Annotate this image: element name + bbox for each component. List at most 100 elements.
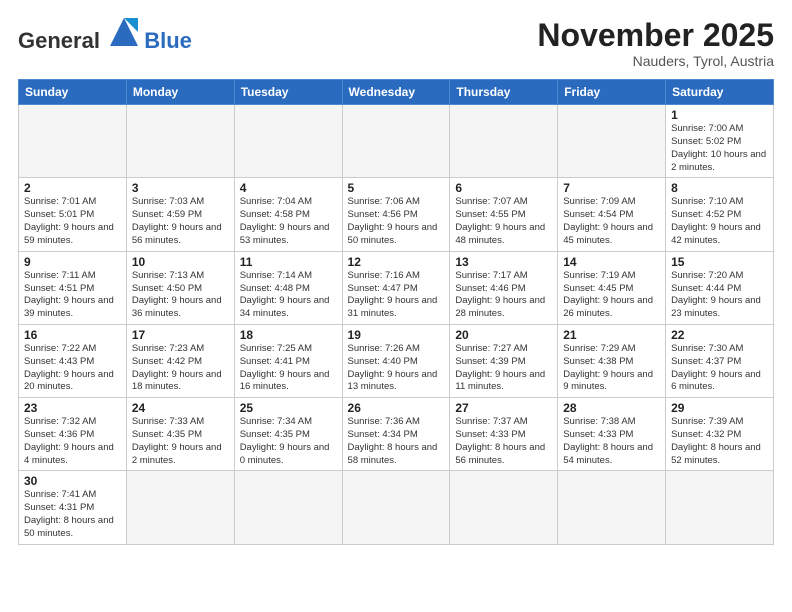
table-row: 27Sunrise: 7:37 AMSunset: 4:33 PMDayligh…	[450, 398, 558, 471]
day-info: Sunrise: 7:27 AMSunset: 4:39 PMDaylight:…	[455, 343, 552, 394]
location: Nauders, Tyrol, Austria	[537, 53, 774, 69]
day-info: Sunrise: 7:23 AMSunset: 4:42 PMDaylight:…	[132, 343, 229, 394]
day-number: 30	[24, 474, 121, 488]
table-row: 12Sunrise: 7:16 AMSunset: 4:47 PMDayligh…	[342, 251, 450, 324]
day-info: Sunrise: 7:41 AMSunset: 4:31 PMDaylight:…	[24, 489, 121, 540]
col-friday: Friday	[558, 80, 666, 105]
day-info: Sunrise: 7:30 AMSunset: 4:37 PMDaylight:…	[671, 343, 768, 394]
table-row	[342, 105, 450, 178]
day-info: Sunrise: 7:19 AMSunset: 4:45 PMDaylight:…	[563, 270, 660, 321]
day-number: 13	[455, 255, 552, 269]
table-row: 19Sunrise: 7:26 AMSunset: 4:40 PMDayligh…	[342, 324, 450, 397]
day-info: Sunrise: 7:22 AMSunset: 4:43 PMDaylight:…	[24, 343, 121, 394]
table-row: 21Sunrise: 7:29 AMSunset: 4:38 PMDayligh…	[558, 324, 666, 397]
table-row	[450, 105, 558, 178]
day-number: 27	[455, 401, 552, 415]
day-info: Sunrise: 7:20 AMSunset: 4:44 PMDaylight:…	[671, 270, 768, 321]
day-info: Sunrise: 7:33 AMSunset: 4:35 PMDaylight:…	[132, 416, 229, 467]
day-number: 28	[563, 401, 660, 415]
table-row: 3Sunrise: 7:03 AMSunset: 4:59 PMDaylight…	[126, 178, 234, 251]
table-row: 26Sunrise: 7:36 AMSunset: 4:34 PMDayligh…	[342, 398, 450, 471]
day-number: 10	[132, 255, 229, 269]
title-area: November 2025 Nauders, Tyrol, Austria	[537, 18, 774, 69]
table-row: 28Sunrise: 7:38 AMSunset: 4:33 PMDayligh…	[558, 398, 666, 471]
day-number: 4	[240, 181, 337, 195]
day-info: Sunrise: 7:13 AMSunset: 4:50 PMDaylight:…	[132, 270, 229, 321]
table-row	[234, 471, 342, 544]
day-number: 7	[563, 181, 660, 195]
table-row: 6Sunrise: 7:07 AMSunset: 4:55 PMDaylight…	[450, 178, 558, 251]
table-row	[558, 471, 666, 544]
table-row: 23Sunrise: 7:32 AMSunset: 4:36 PMDayligh…	[19, 398, 127, 471]
table-row: 2Sunrise: 7:01 AMSunset: 5:01 PMDaylight…	[19, 178, 127, 251]
day-number: 6	[455, 181, 552, 195]
day-info: Sunrise: 7:14 AMSunset: 4:48 PMDaylight:…	[240, 270, 337, 321]
day-number: 15	[671, 255, 768, 269]
day-info: Sunrise: 7:01 AMSunset: 5:01 PMDaylight:…	[24, 196, 121, 247]
day-number: 18	[240, 328, 337, 342]
day-number: 20	[455, 328, 552, 342]
table-row: 10Sunrise: 7:13 AMSunset: 4:50 PMDayligh…	[126, 251, 234, 324]
table-row: 8Sunrise: 7:10 AMSunset: 4:52 PMDaylight…	[666, 178, 774, 251]
calendar-week-row: 9Sunrise: 7:11 AMSunset: 4:51 PMDaylight…	[19, 251, 774, 324]
table-row: 24Sunrise: 7:33 AMSunset: 4:35 PMDayligh…	[126, 398, 234, 471]
logo: General Blue	[18, 18, 192, 52]
day-number: 25	[240, 401, 337, 415]
day-number: 12	[348, 255, 445, 269]
day-info: Sunrise: 7:34 AMSunset: 4:35 PMDaylight:…	[240, 416, 337, 467]
day-info: Sunrise: 7:32 AMSunset: 4:36 PMDaylight:…	[24, 416, 121, 467]
table-row: 25Sunrise: 7:34 AMSunset: 4:35 PMDayligh…	[234, 398, 342, 471]
day-info: Sunrise: 7:29 AMSunset: 4:38 PMDaylight:…	[563, 343, 660, 394]
day-number: 5	[348, 181, 445, 195]
day-number: 11	[240, 255, 337, 269]
table-row	[666, 471, 774, 544]
calendar-week-row: 2Sunrise: 7:01 AMSunset: 5:01 PMDaylight…	[19, 178, 774, 251]
table-row	[19, 105, 127, 178]
table-row: 30Sunrise: 7:41 AMSunset: 4:31 PMDayligh…	[19, 471, 127, 544]
day-info: Sunrise: 7:11 AMSunset: 4:51 PMDaylight:…	[24, 270, 121, 321]
day-number: 9	[24, 255, 121, 269]
calendar-week-row: 30Sunrise: 7:41 AMSunset: 4:31 PMDayligh…	[19, 471, 774, 544]
day-info: Sunrise: 7:37 AMSunset: 4:33 PMDaylight:…	[455, 416, 552, 467]
table-row: 4Sunrise: 7:04 AMSunset: 4:58 PMDaylight…	[234, 178, 342, 251]
table-row: 7Sunrise: 7:09 AMSunset: 4:54 PMDaylight…	[558, 178, 666, 251]
calendar-header-row: Sunday Monday Tuesday Wednesday Thursday…	[19, 80, 774, 105]
page-header: General Blue November 2025 Nauders, Tyro…	[18, 18, 774, 69]
table-row: 29Sunrise: 7:39 AMSunset: 4:32 PMDayligh…	[666, 398, 774, 471]
table-row: 15Sunrise: 7:20 AMSunset: 4:44 PMDayligh…	[666, 251, 774, 324]
day-info: Sunrise: 7:09 AMSunset: 4:54 PMDaylight:…	[563, 196, 660, 247]
col-monday: Monday	[126, 80, 234, 105]
day-number: 24	[132, 401, 229, 415]
day-info: Sunrise: 7:36 AMSunset: 4:34 PMDaylight:…	[348, 416, 445, 467]
day-number: 19	[348, 328, 445, 342]
table-row	[558, 105, 666, 178]
day-number: 8	[671, 181, 768, 195]
day-number: 26	[348, 401, 445, 415]
table-row: 18Sunrise: 7:25 AMSunset: 4:41 PMDayligh…	[234, 324, 342, 397]
day-info: Sunrise: 7:00 AMSunset: 5:02 PMDaylight:…	[671, 123, 768, 174]
col-thursday: Thursday	[450, 80, 558, 105]
table-row	[342, 471, 450, 544]
table-row: 22Sunrise: 7:30 AMSunset: 4:37 PMDayligh…	[666, 324, 774, 397]
day-info: Sunrise: 7:17 AMSunset: 4:46 PMDaylight:…	[455, 270, 552, 321]
col-tuesday: Tuesday	[234, 80, 342, 105]
calendar-week-row: 16Sunrise: 7:22 AMSunset: 4:43 PMDayligh…	[19, 324, 774, 397]
day-number: 1	[671, 108, 768, 122]
day-info: Sunrise: 7:10 AMSunset: 4:52 PMDaylight:…	[671, 196, 768, 247]
table-row	[234, 105, 342, 178]
day-number: 16	[24, 328, 121, 342]
day-info: Sunrise: 7:16 AMSunset: 4:47 PMDaylight:…	[348, 270, 445, 321]
day-info: Sunrise: 7:38 AMSunset: 4:33 PMDaylight:…	[563, 416, 660, 467]
col-saturday: Saturday	[666, 80, 774, 105]
table-row: 13Sunrise: 7:17 AMSunset: 4:46 PMDayligh…	[450, 251, 558, 324]
table-row: 5Sunrise: 7:06 AMSunset: 4:56 PMDaylight…	[342, 178, 450, 251]
day-info: Sunrise: 7:03 AMSunset: 4:59 PMDaylight:…	[132, 196, 229, 247]
day-number: 21	[563, 328, 660, 342]
logo-text: General Blue	[18, 18, 192, 52]
table-row: 20Sunrise: 7:27 AMSunset: 4:39 PMDayligh…	[450, 324, 558, 397]
day-number: 23	[24, 401, 121, 415]
table-row: 17Sunrise: 7:23 AMSunset: 4:42 PMDayligh…	[126, 324, 234, 397]
day-info: Sunrise: 7:07 AMSunset: 4:55 PMDaylight:…	[455, 196, 552, 247]
calendar-table: Sunday Monday Tuesday Wednesday Thursday…	[18, 79, 774, 545]
day-info: Sunrise: 7:39 AMSunset: 4:32 PMDaylight:…	[671, 416, 768, 467]
